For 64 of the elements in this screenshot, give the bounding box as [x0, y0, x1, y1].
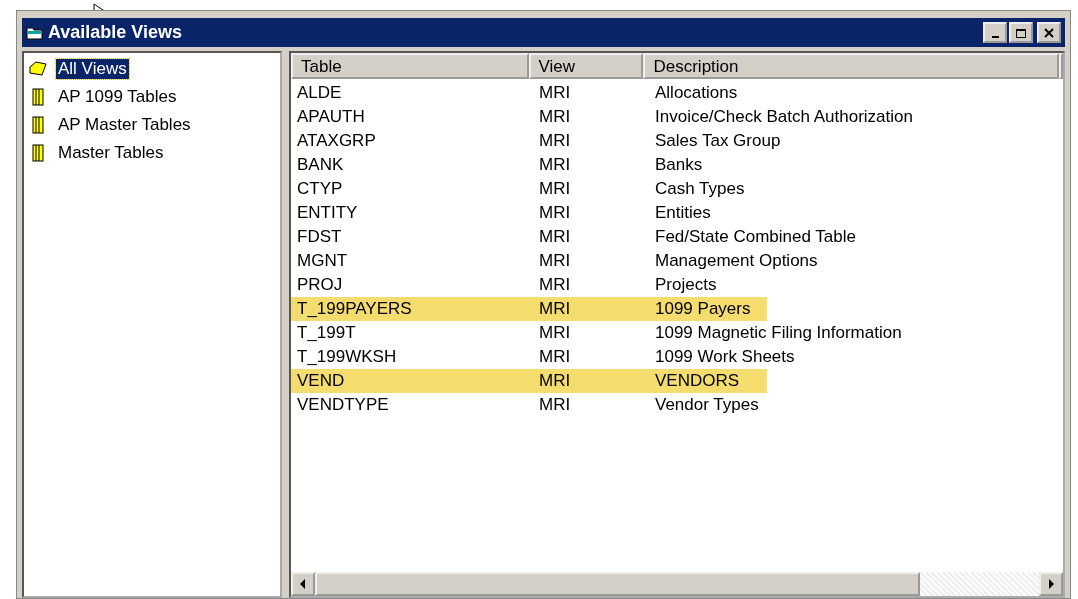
- scrollbar-thumb[interactable]: [315, 572, 920, 596]
- table-cell-text: PROJ: [296, 275, 344, 295]
- table-cell-text: 1099 Magnetic Filing Information: [654, 323, 903, 343]
- table-cell-text: Entities: [654, 203, 712, 223]
- tree-item[interactable]: All Views: [56, 59, 129, 79]
- table-cell-text: Vendor Types: [654, 395, 760, 415]
- close-icon: [1043, 27, 1055, 38]
- column-header[interactable]: Table: [291, 53, 529, 79]
- table-cell-text: MRI: [538, 131, 572, 151]
- table-cell-text: VEND: [296, 371, 346, 391]
- scroll-left-button[interactable]: [291, 572, 315, 596]
- table-cell-text: Fed/State Combined Table: [654, 227, 857, 247]
- table-cell-text: MRI: [538, 227, 572, 247]
- table-cell-text: MGNT: [296, 251, 349, 271]
- table-cell-text: MRI: [538, 251, 572, 271]
- table-cell-text: BANK: [296, 155, 345, 175]
- table-cell-text: MRI: [538, 83, 572, 103]
- table-cell-text: MRI: [538, 275, 572, 295]
- table-cell-text: MRI: [538, 179, 572, 199]
- table-cell-text: Cash Types: [654, 179, 746, 199]
- table-cell-text: 1099 Work Sheets: [654, 347, 796, 367]
- table-cell-text: Banks: [654, 155, 704, 175]
- column-header[interactable]: Description: [643, 53, 1059, 79]
- table-cell-text: 1099 Payers: [654, 299, 752, 319]
- table-cell-text: ATAXGRP: [296, 131, 377, 151]
- table-cell-text: VENDTYPE: [296, 395, 390, 415]
- column-header[interactable]: View: [528, 53, 644, 79]
- table-cell-text: VENDORS: [654, 371, 741, 391]
- table-cell-text: Sales Tax Group: [654, 131, 782, 151]
- table-cell-text: FDST: [296, 227, 343, 247]
- table-cell-text: Management Options: [654, 251, 819, 271]
- table-cell-text: T_199T: [296, 323, 357, 343]
- table-cell-text: MRI: [538, 347, 572, 367]
- table-cell-text: T_199PAYERS: [296, 299, 413, 319]
- window-title: Available Views: [48, 22, 183, 43]
- table-cell-text: CTYP: [296, 179, 344, 199]
- table-cell-text: MRI: [538, 155, 572, 175]
- table-cell-text: Invoice/Check Batch Authorization: [654, 107, 914, 127]
- folder-icon: [26, 24, 44, 41]
- tree-item[interactable]: Master Tables: [56, 143, 166, 163]
- horizontal-scrollbar[interactable]: [291, 572, 1063, 596]
- scroll-right-button[interactable]: [1039, 572, 1063, 596]
- tree-item[interactable]: AP 1099 Tables: [56, 87, 179, 107]
- table-cell-text: APAUTH: [296, 107, 366, 127]
- maximize-button[interactable]: [1009, 22, 1033, 43]
- table-cell-text: MRI: [538, 299, 572, 319]
- table-cell-text: MRI: [538, 395, 572, 415]
- open-folder-icon: [28, 59, 48, 79]
- minimize-icon: [991, 35, 999, 38]
- minimize-button[interactable]: [983, 22, 1007, 43]
- table-cell-text: Projects: [654, 275, 718, 295]
- table-cell-text: MRI: [538, 323, 572, 343]
- tree-item[interactable]: AP Master Tables: [56, 115, 193, 135]
- table-cell-text: Allocations: [654, 83, 739, 103]
- maximize-icon: [1015, 27, 1027, 38]
- left-arrow-icon: [299, 579, 307, 589]
- table-cell-text: MRI: [538, 107, 572, 127]
- table-cell-text: MRI: [538, 203, 572, 223]
- table-cell-text: MRI: [538, 371, 572, 391]
- table-cell-text: ENTITY: [296, 203, 359, 223]
- right-arrow-icon: [1047, 579, 1055, 589]
- table-cell-text: ALDE: [296, 83, 343, 103]
- close-button[interactable]: [1037, 22, 1061, 43]
- table-cell-text: T_199WKSH: [296, 347, 398, 367]
